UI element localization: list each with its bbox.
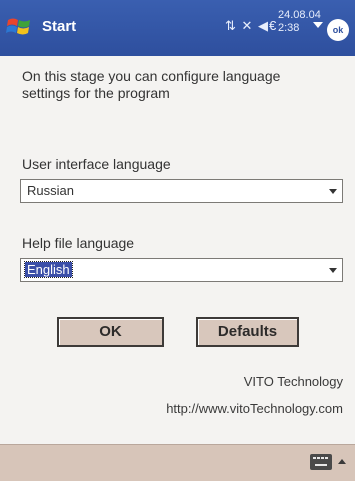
- ok-button[interactable]: OK: [57, 317, 164, 347]
- title-start-label[interactable]: Start: [42, 18, 76, 35]
- help-language-label: Help file language: [22, 235, 135, 251]
- ui-language-select[interactable]: Russian: [20, 179, 343, 203]
- ok-close-button[interactable]: ok: [327, 19, 349, 41]
- keyboard-icon[interactable]: [310, 454, 332, 470]
- help-language-value: English: [24, 261, 73, 278]
- connectivity-volume-icons[interactable]: ⇅ ✕ ◀€: [225, 18, 277, 34]
- vendor-name: VITO Technology: [243, 374, 343, 389]
- ui-language-label: User interface language: [22, 156, 171, 172]
- chevron-down-icon: [329, 189, 337, 194]
- pocketpc-screen: Start ⇅ ✕ ◀€ 24.08.04 2:38 ok On this st…: [0, 0, 355, 481]
- menu-bar: [0, 444, 355, 481]
- vendor-url: http://www.vitoTechnology.com: [166, 401, 343, 416]
- defaults-button[interactable]: Defaults: [196, 317, 299, 347]
- chevron-down-icon[interactable]: [313, 22, 323, 28]
- date-text: 24.08.04: [278, 9, 321, 21]
- windows-flag-icon[interactable]: [6, 14, 32, 40]
- chevron-down-icon: [329, 268, 337, 273]
- chevron-up-icon[interactable]: [338, 459, 346, 464]
- ui-language-value: Russian: [27, 183, 74, 198]
- intro-text: On this stage you can configure language…: [22, 68, 281, 101]
- title-bar: Start ⇅ ✕ ◀€ 24.08.04 2:38 ok: [0, 0, 355, 56]
- help-language-select[interactable]: English: [20, 258, 343, 282]
